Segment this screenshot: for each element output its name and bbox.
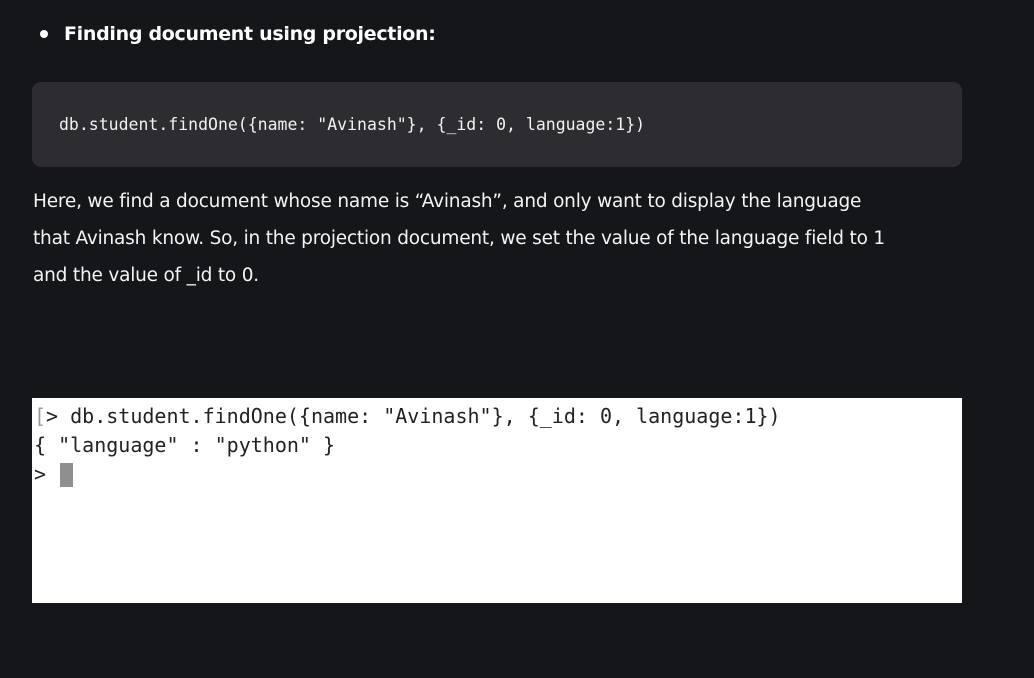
paragraph-line: that Avinash know. So, in the projection… <box>33 228 885 249</box>
terminal-prompt: > <box>34 462 59 486</box>
terminal-bracket: [ <box>34 404 47 428</box>
explanation-paragraph: Here, we find a document whose name is “… <box>33 183 973 294</box>
terminal-screenshot: [> db.student.findOne({name: "Avinash"},… <box>32 398 962 603</box>
terminal-output-text: { "language" : "python" } <box>34 433 336 457</box>
terminal-line-command: [> db.student.findOne({name: "Avinash"},… <box>34 402 962 431</box>
code-snippet[interactable]: db.student.findOne({name: "Avinash"}, {_… <box>59 115 645 134</box>
paragraph-line: Here, we find a document whose name is “… <box>33 191 862 212</box>
section-heading: Finding document using projection: <box>64 23 436 45</box>
terminal-line-prompt: > <box>34 460 962 489</box>
paragraph-line: and the value of _id to 0. <box>33 265 259 286</box>
terminal-line-output: { "language" : "python" } <box>34 431 962 460</box>
terminal-command-text: db.student.findOne({name: "Avinash"}, {_… <box>70 404 781 428</box>
section-bullet: Finding document using projection: <box>40 20 436 48</box>
terminal-prompt: > <box>46 404 71 428</box>
terminal-cursor-icon <box>60 462 74 487</box>
bullet-dot-icon <box>40 30 48 38</box>
code-block: db.student.findOne({name: "Avinash"}, {_… <box>32 82 962 167</box>
